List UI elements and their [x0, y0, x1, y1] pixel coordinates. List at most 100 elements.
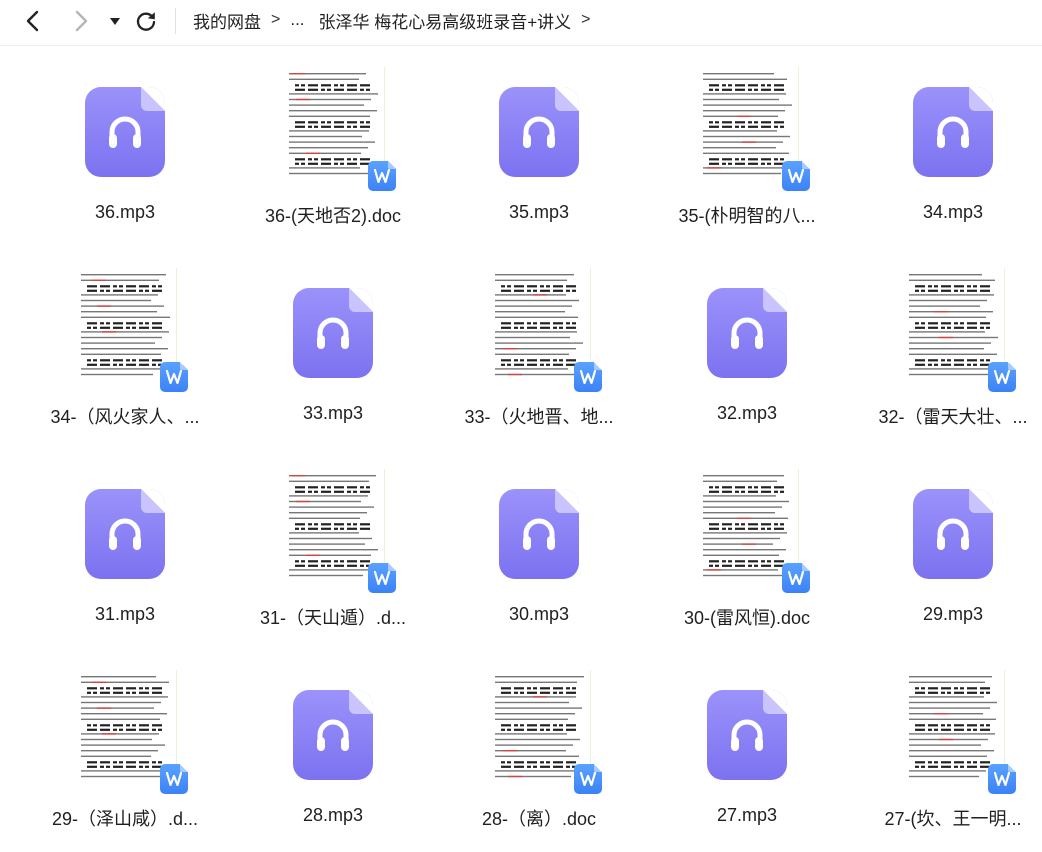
file-name: 35.mp3	[508, 202, 570, 222]
file-name: 32.mp3	[716, 403, 778, 423]
headphones-icon	[317, 317, 349, 349]
word-badge-icon	[574, 764, 602, 794]
history-dropdown-button[interactable]	[101, 6, 129, 36]
audio-file-icon	[913, 87, 993, 177]
breadcrumb-ellipsis[interactable]: ...	[290, 10, 304, 30]
file-tile-doc[interactable]: 34-（风火家人、...	[30, 248, 220, 438]
file-name: 36.mp3	[94, 202, 156, 222]
file-tile-doc[interactable]: 27-(坎、王一明...	[858, 650, 1042, 840]
headphones-icon	[523, 116, 555, 148]
w-letter-icon	[580, 370, 596, 384]
audio-file-icon	[499, 87, 579, 177]
file-tile-doc[interactable]: 30-(雷风恒).doc	[652, 449, 842, 639]
file-name: 33.mp3	[302, 403, 364, 423]
caret-down-icon	[110, 18, 120, 25]
headphones-icon	[731, 317, 763, 349]
audio-file-icon	[85, 87, 165, 177]
w-letter-icon	[166, 370, 182, 384]
forward-button[interactable]	[66, 6, 96, 36]
audio-file-icon	[85, 489, 165, 579]
file-name: 28-（离）.doc	[481, 809, 597, 829]
headphones-icon	[937, 518, 969, 550]
file-name: 34-（风火家人、...	[50, 407, 200, 427]
file-name: 31-（天山遁）.d...	[259, 608, 407, 628]
file-tile-audio[interactable]: 29.mp3	[858, 449, 1042, 639]
breadcrumb-current[interactable]: 张泽华 梅花心易高级班录音+讲义	[319, 8, 572, 33]
word-doc-icon	[901, 268, 1016, 392]
file-tile-audio[interactable]: 36.mp3	[30, 47, 220, 237]
file-tile-doc[interactable]: 33-（火地晋、地...	[444, 248, 634, 438]
word-badge-icon	[160, 362, 188, 392]
file-name: 30-(雷风恒).doc	[683, 608, 811, 628]
file-tile-audio[interactable]: 31.mp3	[30, 449, 220, 639]
audio-file-icon	[913, 489, 993, 579]
word-badge-icon	[988, 362, 1016, 392]
chevron-left-icon	[26, 10, 39, 32]
file-name: 35-(朴明智的八...	[678, 206, 816, 226]
file-tile-audio[interactable]: 28.mp3	[238, 650, 428, 840]
file-tile-doc[interactable]: 28-（离）.doc	[444, 650, 634, 840]
file-tile-doc[interactable]: 35-(朴明智的八...	[652, 47, 842, 237]
file-tile-audio[interactable]: 27.mp3	[652, 650, 842, 840]
word-doc-icon	[73, 268, 188, 392]
w-letter-icon	[788, 169, 804, 183]
file-tile-doc[interactable]: 32-（雷天大壮、...	[858, 248, 1042, 438]
toolbar-divider	[175, 8, 176, 34]
refresh-icon	[136, 12, 156, 31]
audio-file-icon	[707, 690, 787, 780]
headphones-icon	[523, 518, 555, 550]
file-tile-audio[interactable]: 33.mp3	[238, 248, 428, 438]
headphones-icon	[109, 116, 141, 148]
file-tile-audio[interactable]: 30.mp3	[444, 449, 634, 639]
chevron-right-icon: >	[581, 11, 591, 28]
breadcrumb: 我的网盘 > ... 张泽华 梅花心易高级班录音+讲义 >	[193, 7, 601, 33]
file-name: 33-（火地晋、地...	[464, 407, 614, 427]
word-doc-icon	[901, 670, 1016, 794]
word-badge-icon	[160, 764, 188, 794]
word-badge-icon	[368, 161, 396, 191]
file-name: 27.mp3	[716, 805, 778, 825]
back-button[interactable]	[18, 6, 48, 36]
word-doc-icon	[281, 469, 396, 593]
w-letter-icon	[994, 370, 1010, 384]
word-doc-icon	[73, 670, 188, 794]
file-tile-audio[interactable]: 32.mp3	[652, 248, 842, 438]
file-name: 36-(天地否2).doc	[264, 206, 402, 226]
w-letter-icon	[166, 772, 182, 786]
chevron-right-icon: >	[271, 11, 281, 28]
audio-file-icon	[499, 489, 579, 579]
audio-file-icon	[293, 288, 373, 378]
w-letter-icon	[374, 169, 390, 183]
word-doc-icon	[695, 469, 810, 593]
word-badge-icon	[574, 362, 602, 392]
audio-file-icon	[293, 690, 373, 780]
file-name: 29-（泽山咸）.d...	[51, 809, 199, 829]
headphones-icon	[317, 719, 349, 751]
w-letter-icon	[788, 571, 804, 585]
word-doc-icon	[695, 67, 810, 191]
toolbar: 我的网盘 > ... 张泽华 梅花心易高级班录音+讲义 >	[0, 0, 1042, 46]
file-tile-doc[interactable]: 36-(天地否2).doc	[238, 47, 428, 237]
file-tile-audio[interactable]: 35.mp3	[444, 47, 634, 237]
word-doc-icon	[281, 67, 396, 191]
file-name: 30.mp3	[508, 604, 570, 624]
file-name: 27-(坎、王一明...	[884, 809, 1022, 829]
file-name: 34.mp3	[922, 202, 984, 222]
file-tile-doc[interactable]: 31-（天山遁）.d...	[238, 449, 428, 639]
audio-file-icon	[707, 288, 787, 378]
file-tile-doc[interactable]: 29-（泽山咸）.d...	[30, 650, 220, 840]
word-badge-icon	[368, 563, 396, 593]
file-name: 29.mp3	[922, 604, 984, 624]
file-tile-audio[interactable]: 34.mp3	[858, 47, 1042, 237]
headphones-icon	[731, 719, 763, 751]
headphones-icon	[109, 518, 141, 550]
file-grid: 36.mp3 36-(天地否2).doc 35.mp3 35-(朴明智的八... 34.…	[0, 47, 1042, 852]
breadcrumb-root[interactable]: 我的网盘	[193, 8, 261, 33]
word-doc-icon	[487, 268, 602, 392]
chevron-right-icon	[75, 10, 88, 32]
word-badge-icon	[782, 161, 810, 191]
headphones-icon	[937, 116, 969, 148]
refresh-button[interactable]	[131, 6, 161, 36]
word-badge-icon	[988, 764, 1016, 794]
file-name: 31.mp3	[94, 604, 156, 624]
